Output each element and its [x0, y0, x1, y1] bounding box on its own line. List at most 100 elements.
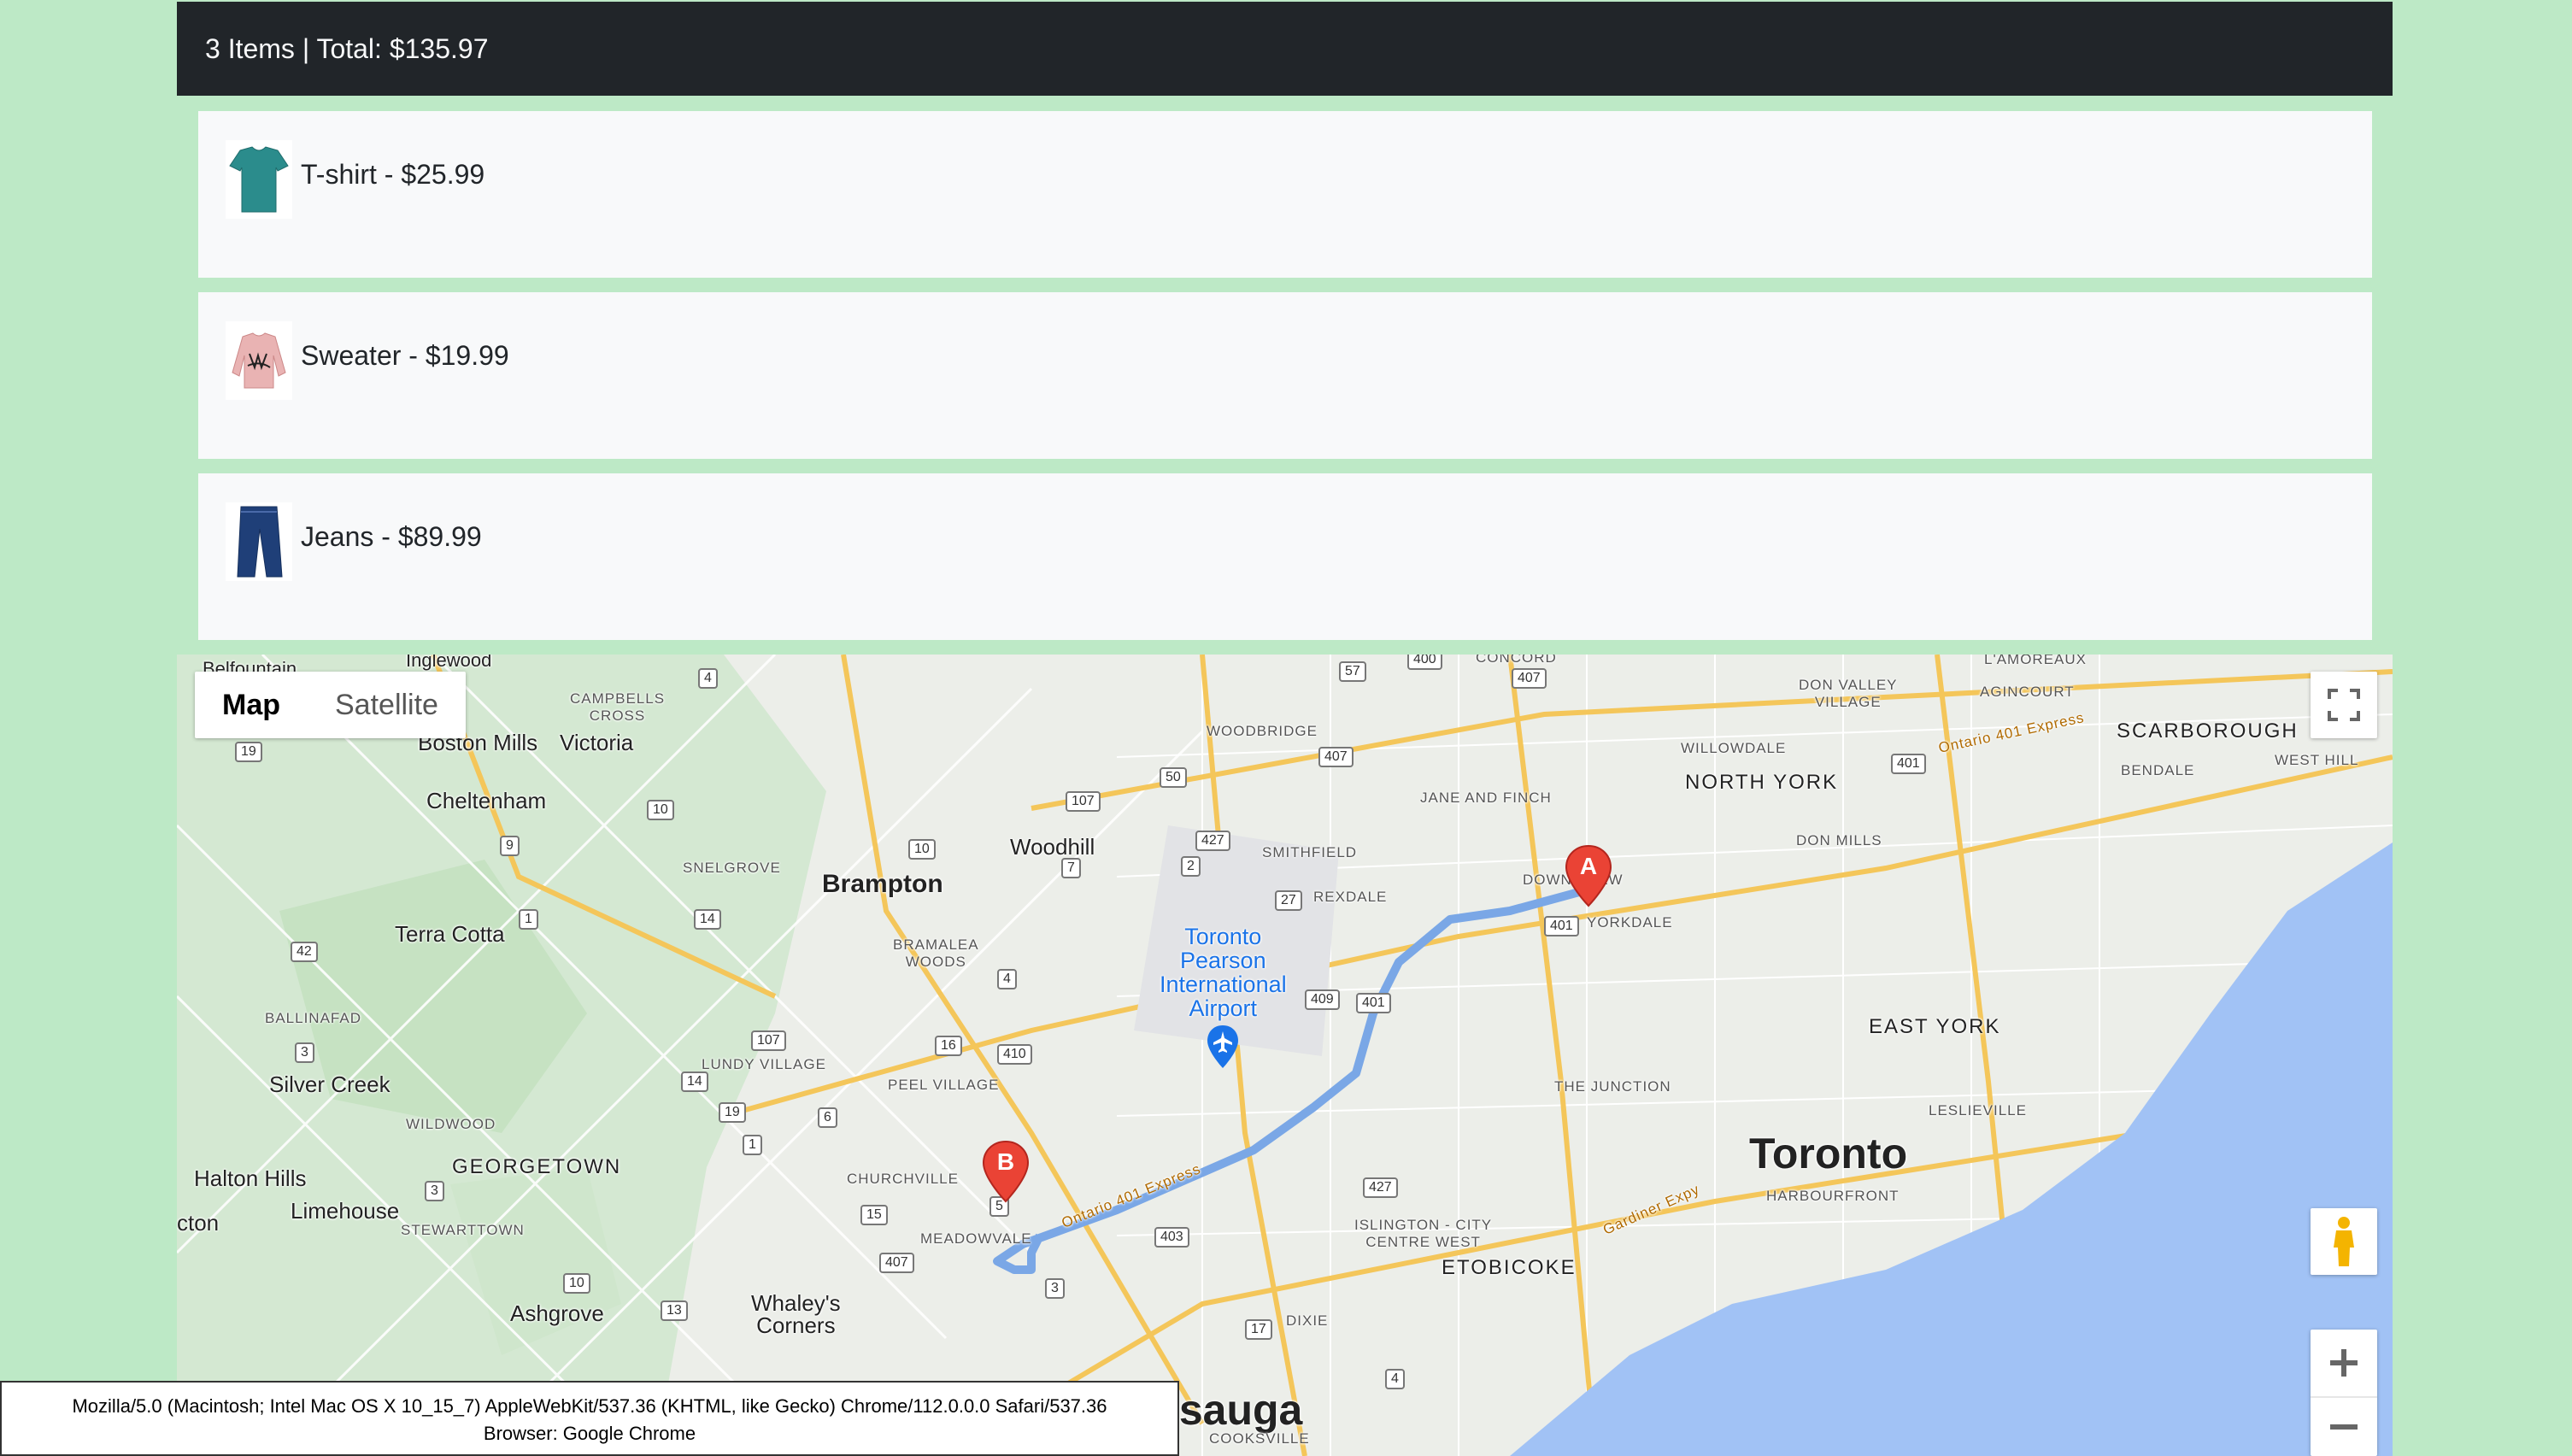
airport-icon [1206, 1024, 1240, 1070]
cart-item-label: Jeans - $89.99 [301, 521, 482, 552]
map-label-whaleys-corners: Whaley's Corners [751, 1290, 841, 1338]
map-base [177, 655, 2393, 1456]
map-label-churchville: CHURCHVILLE [847, 1171, 959, 1187]
highway-shield: 2 [1181, 856, 1201, 877]
map-label-georgetown: GEORGETOWN [452, 1155, 622, 1178]
highway-shield: 401 [1544, 916, 1579, 936]
highway-shield: 16 [935, 1036, 962, 1056]
marker-a[interactable]: A [1565, 844, 1612, 907]
cart-item: Jeans - $89.99 [198, 473, 2372, 640]
cart-item-label: Sweater - $19.99 [301, 340, 509, 371]
highway-shield: 17 [1245, 1319, 1272, 1340]
map-label-brampton: Brampton [822, 870, 943, 898]
highway-shield: 3 [1045, 1278, 1065, 1299]
map-label-scarborough: SCARBOROUGH [2117, 719, 2299, 743]
zoom-control [2311, 1330, 2377, 1456]
highway-shield: 407 [1318, 747, 1354, 767]
highway-shield: 10 [908, 839, 936, 860]
marker-a-label: A [1579, 853, 1598, 879]
highway-shield: 3 [425, 1181, 444, 1201]
marker-b-label: B [996, 1148, 1015, 1175]
map-label-harbourfront: HARBOURFRONT [1766, 1188, 1900, 1204]
cart-item: Sweater - $19.99 [198, 292, 2372, 459]
highway-shield: 57 [1339, 661, 1366, 682]
map-label-north-york: NORTH YORK [1685, 771, 1839, 794]
map[interactable]: Toronto Mississauga Brampton NORTH YORK … [177, 655, 2393, 1456]
highway-shield: 14 [681, 1071, 708, 1092]
map-type-control: Map Satellite [195, 672, 466, 738]
highway-shield: 1 [743, 1135, 762, 1155]
map-label-east-york: EAST YORK [1869, 1015, 2001, 1038]
cart-summary-bar: 3 Items | Total: $135.97 [177, 2, 2393, 96]
map-type-map-button[interactable]: Map [195, 672, 308, 738]
map-label-airport: Toronto Pearson International Airport [1160, 924, 1287, 1021]
marker-b[interactable]: B [982, 1140, 1030, 1203]
highway-shield: 10 [647, 800, 674, 820]
highway-shield: 401 [1891, 754, 1926, 774]
map-label-bendale: BENDALE [2121, 762, 2195, 778]
highway-shield: 19 [719, 1102, 746, 1123]
map-label-the-junction: THE JUNCTION [1554, 1078, 1671, 1095]
browser-name: Browser: Google Chrome [483, 1423, 696, 1444]
highway-shield: 42 [291, 942, 318, 962]
user-agent-string: Mozilla/5.0 (Macintosh; Intel Mac OS X 1… [72, 1395, 1107, 1417]
map-label-don-valley-village: DON VALLEY VILLAGE [1799, 677, 1898, 710]
cart-item-label: T-shirt - $25.99 [301, 159, 485, 190]
map-label-campbells-cross: CAMPBELLS CROSS [570, 690, 666, 724]
highway-shield: 27 [1275, 890, 1302, 911]
tshirt-image [226, 140, 292, 219]
map-label-ashgrove: Ashgrove [510, 1300, 604, 1326]
map-label-woodbridge: WOODBRIDGE [1207, 723, 1318, 739]
map-label-silver-creek: Silver Creek [269, 1071, 390, 1097]
map-label-acton: cton [177, 1210, 220, 1236]
highway-shield: 4 [1385, 1369, 1405, 1389]
highway-shield: 4 [997, 969, 1017, 989]
user-agent-banner: Mozilla/5.0 (Macintosh; Intel Mac OS X 1… [0, 1381, 1179, 1456]
minus-icon [2330, 1424, 2358, 1430]
fullscreen-button[interactable] [2311, 672, 2377, 738]
street-view-button[interactable] [2311, 1208, 2377, 1275]
map-label-islington: ISLINGTON - CITY CENTRE WEST [1354, 1217, 1493, 1250]
map-label-agincourt: AGINCOURT [1980, 684, 2075, 700]
map-label-cooksville: COOKSVILLE [1209, 1430, 1310, 1447]
map-label-meadowvale: MEADOWVALE [920, 1230, 1032, 1247]
cart-item: T-shirt - $25.99 [198, 111, 2372, 278]
map-label-smithfield: SMITHFIELD [1262, 844, 1358, 860]
highway-shield: 7 [1061, 858, 1081, 878]
map-label-terra-cotta: Terra Cotta [395, 921, 505, 947]
map-label-leslieville: LESLIEVILLE [1929, 1102, 2027, 1118]
map-label-dixie: DIXIE [1286, 1312, 1329, 1329]
map-label-etobicoke: ETOBICOKE [1442, 1256, 1577, 1279]
zoom-in-button[interactable] [2311, 1330, 2377, 1398]
highway-shield: 407 [879, 1253, 914, 1273]
map-label-bramalea-woods: BRAMALEA WOODS [893, 936, 979, 970]
zoom-out-button[interactable] [2311, 1398, 2377, 1456]
map-label-rexdale: REXDALE [1313, 889, 1388, 905]
cart-summary: 3 Items | Total: $135.97 [205, 32, 489, 64]
highway-shield: 407 [1512, 668, 1547, 689]
highway-shield: 15 [860, 1205, 888, 1225]
highway-shield: 4 [698, 668, 718, 689]
map-label-woodhill: Woodhill [1010, 834, 1095, 860]
map-label-halton-hills: Halton Hills [194, 1165, 307, 1191]
map-label-jane-and-finch: JANE AND FINCH [1420, 790, 1552, 806]
highway-shield: 427 [1195, 831, 1230, 851]
highway-shield: 3 [295, 1042, 314, 1063]
sweater-image [226, 321, 292, 400]
map-label-west-hill: WEST HILL [2275, 752, 2359, 768]
map-label-ballinafad: BALLINAFAD [265, 1010, 361, 1026]
map-label-inglewood: Inglewood [406, 655, 492, 671]
map-label-concord: CONCORD [1476, 655, 1557, 666]
highway-shield: 107 [1066, 791, 1101, 812]
map-label-wildwood: WILDWOOD [406, 1116, 496, 1132]
pegman-icon [2334, 1217, 2354, 1266]
highway-shield: 107 [751, 1030, 786, 1051]
highway-shield: 14 [694, 909, 721, 930]
map-label-willowdale: WILLOWDALE [1681, 740, 1787, 756]
highway-shield: 10 [563, 1273, 590, 1294]
map-label-yorkdale: YORKDALE [1587, 914, 1673, 931]
map-type-satellite-button[interactable]: Satellite [308, 672, 466, 738]
highway-shield: 403 [1154, 1227, 1189, 1248]
highway-shield: 6 [818, 1107, 837, 1128]
jeans-image [226, 502, 292, 581]
